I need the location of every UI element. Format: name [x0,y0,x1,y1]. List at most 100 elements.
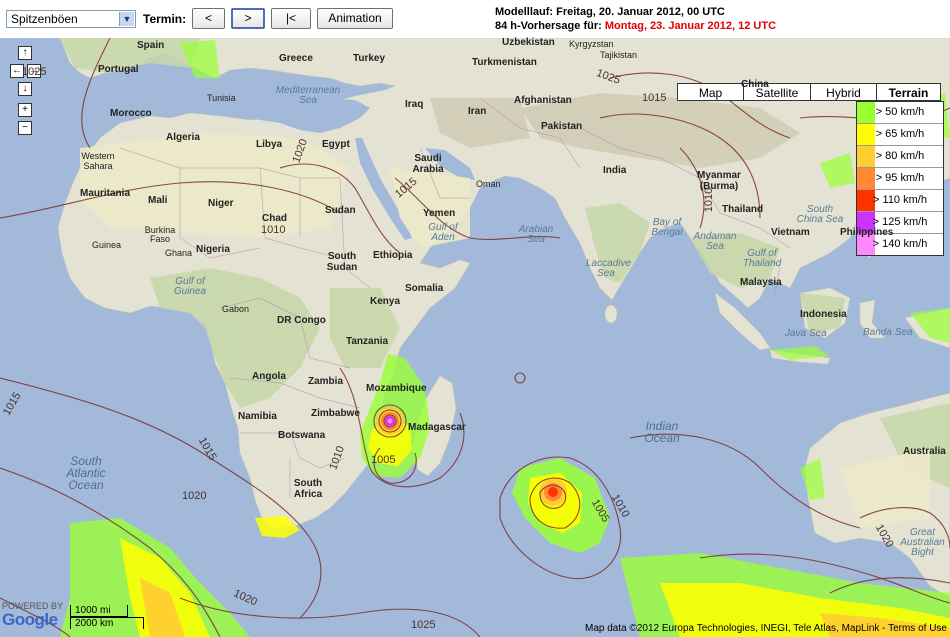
google-logo[interactable]: POWERED BY Google [2,601,63,628]
label-isobar: 1020 [182,490,207,502]
maptype-hybrid[interactable]: Hybrid [810,83,877,101]
label-isobar: 1015 [642,92,667,104]
label-sea: Gulf of Guinea [173,276,207,297]
label-country: Myanmar (Burma) [697,170,741,192]
label-ocean: South Atlantic Ocean [66,454,106,492]
label-country: Somalia [405,283,444,294]
label-sea: Banda Sea [863,327,913,338]
label-country: Vietnam [771,227,810,238]
label-country: Tanzania [346,336,389,347]
forecast-label: 84 h-Vorhersage für: [495,20,602,32]
animation-button[interactable]: Animation [317,8,393,29]
label-country: Mauritania [80,188,131,199]
chevron-down-icon[interactable]: ▼ [119,12,134,26]
label-country: Egypt [322,139,350,150]
label-country: Algeria [166,132,200,143]
label-country: Australia [903,446,946,457]
map-copyright[interactable]: Map data ©2012 Europa Technologies, INEG… [585,623,947,634]
label-sea: Great Australian Bight [900,527,945,558]
label-country: Turkey [353,53,386,64]
label-sea: Laccadive Sea [586,258,632,279]
label-sea: South China Sea [796,204,844,225]
label-isobar: 1025 [411,619,436,631]
label-country: Gabon [222,304,250,314]
label-country: Yemen [423,208,456,219]
label-country: Afghanistan [514,95,572,106]
legend-row: > 110 km/h [857,190,943,212]
toolbar: Spitzenböen ▼ Termin: < > |< Animation M… [0,0,950,38]
label-country: Burkina Faso [144,225,176,244]
label-ocean: Indian Ocean [644,419,680,445]
label-isobar: 1025 [22,66,47,78]
label-country: Malaysia [740,277,782,288]
label-country: Sudan [325,205,356,216]
label-sea: Bay of Bengal [651,217,683,238]
label-country: Spain [137,40,165,51]
label-country: Iraq [405,99,424,110]
maptype-terrain[interactable]: Terrain [876,83,941,101]
run-info: Modelllauf: Freitag, 20. Januar 2012, 00… [495,5,776,33]
label-country: Greece [279,53,313,64]
label-isobar: 1010 [703,187,716,213]
label-country: Botswana [278,430,326,441]
label-country: Ethiopia [373,250,413,261]
parameter-select[interactable]: Spitzenböen ▼ [6,10,136,28]
label-country: Pakistan [541,121,583,132]
pan-down-button[interactable]: ↓ [18,82,32,96]
legend-row: > 50 km/h [857,102,943,124]
label-country: Saudi Arabia [412,153,444,175]
pan-up-button[interactable]: ↑ [18,46,32,60]
next-button[interactable]: > [231,8,265,29]
label-country: Angola [252,371,286,382]
scale-km: 2000 km [70,617,144,629]
label-country: Uzbekistan [502,37,555,48]
label-country: Western Sahara [81,151,115,171]
legend-row: > 65 km/h [857,124,943,146]
google-logo-text: Google [2,610,58,629]
label-country: Libya [256,139,283,150]
label-country: Ghana [165,248,193,258]
label-country: South Africa [293,478,323,500]
label-sea: Andaman Sea [693,231,737,252]
land-sri-lanka [604,304,618,324]
label-country: Madagascar [408,422,466,433]
scale-bar: 1000 mi 2000 km [70,605,144,629]
label-country: Mozambique [366,383,427,394]
label-country: DR Congo [277,315,326,326]
prev-button[interactable]: < [192,8,225,29]
legend-row: > 95 km/h [857,168,943,190]
label-country: Indonesia [800,309,847,320]
label-sea: Gulf of Aden [428,222,458,243]
run-value: Freitag, 20. Januar 2012, 00 UTC [556,6,725,18]
label-country: Zimbabwe [311,408,360,419]
label-country: Tajikistan [600,50,638,60]
label-country: Guinea [92,240,122,250]
label-country: Chad [262,213,287,224]
label-country: Kyrgyzstan [569,39,614,49]
first-button[interactable]: |< [271,8,311,29]
zoom-in-button[interactable]: + [18,103,32,117]
parameter-select-value: Spitzenböen [11,12,78,26]
label-country: India [603,165,627,176]
label-sea: Arabian Sea [518,224,554,245]
zoom-out-button[interactable]: − [18,121,32,135]
label-country: Thailand [722,204,764,215]
label-sea: Gulf of Thailand [742,248,782,269]
termin-label: Termin: [143,12,187,26]
label-country: Portugal [98,64,139,75]
maptype-map[interactable]: Map [677,83,744,101]
label-country: Mali [148,195,168,206]
label-country: Iran [468,106,487,117]
scale-mi: 1000 mi [70,605,128,617]
label-country: China [741,79,769,90]
label-country: Oman [476,179,501,189]
label-isobar: 1010 [261,224,286,236]
label-sea: Mediterranean Sea [275,85,341,106]
label-country: Nigeria [196,244,230,255]
label-country: Namibia [238,411,277,422]
label-country: Kenya [370,296,401,307]
legend-row: > 80 km/h [857,146,943,168]
forecast-value: Montag, 23. Januar 2012, 12 UTC [604,20,777,32]
label-country: South Sudan [326,251,358,273]
label-sea: Java Sea [785,328,827,339]
